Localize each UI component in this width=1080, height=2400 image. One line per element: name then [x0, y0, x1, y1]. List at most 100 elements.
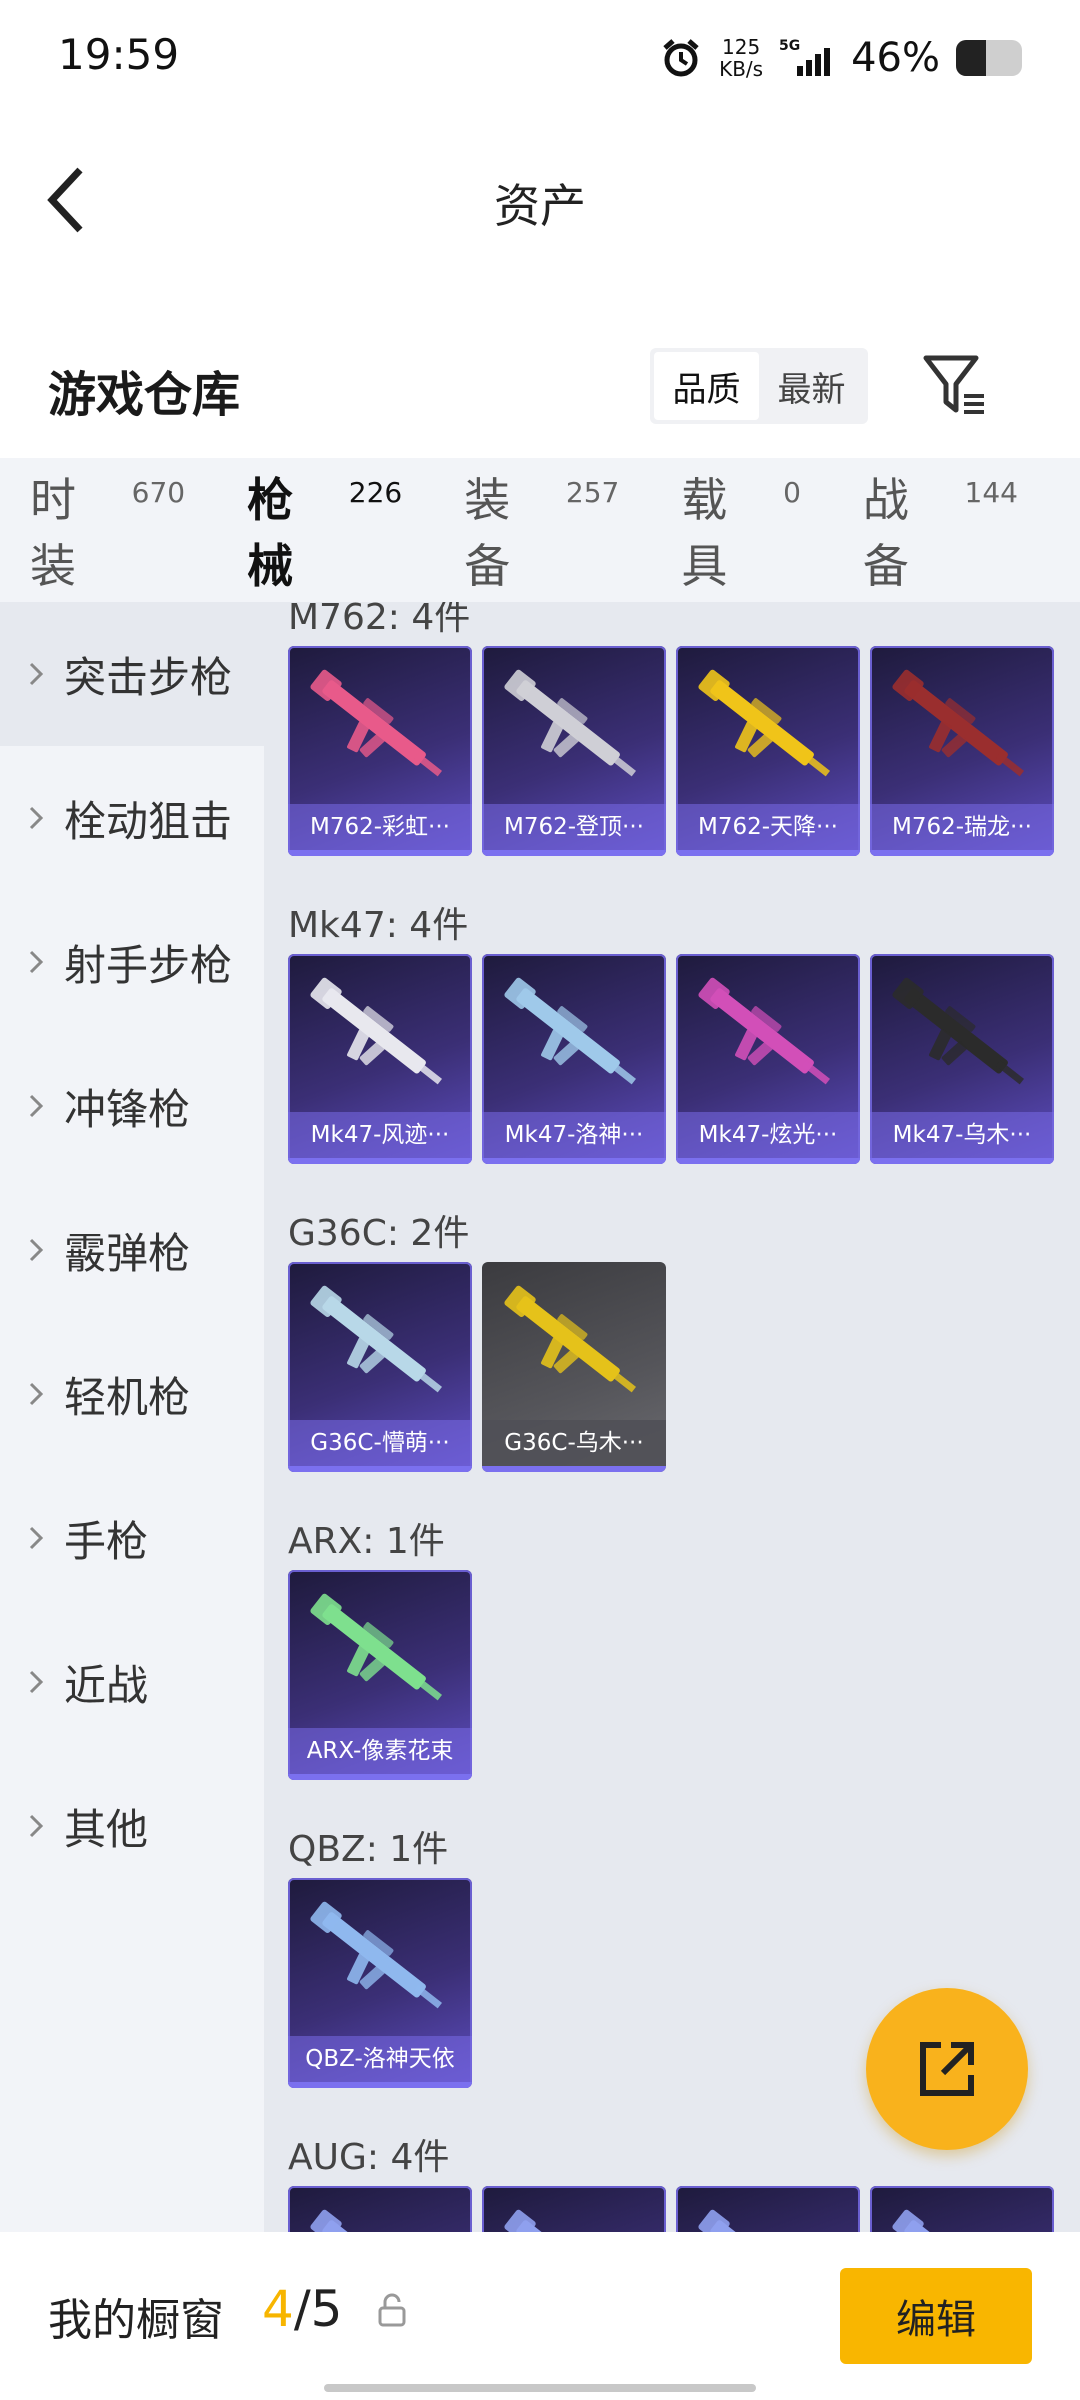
weapon-card[interactable]: M762-登顶··· — [482, 646, 666, 856]
share-external-icon — [920, 2042, 974, 2096]
tab-label: 装备 — [464, 473, 511, 593]
tab-label: 时装 — [30, 473, 76, 593]
weapon-name: ARX-像素花束 — [288, 1728, 472, 1774]
weapon-name: Mk47-风迹··· — [288, 1112, 472, 1158]
rarity-bar — [676, 1158, 860, 1164]
weapon-name: G36C-懵萌··· — [288, 1420, 472, 1466]
chevron-right-icon — [29, 1814, 44, 1838]
chevron-right-icon — [29, 662, 44, 686]
tab-firearms[interactable]: 枪械 226 — [247, 464, 402, 626]
rarity-bar — [482, 1466, 666, 1472]
rarity-bar — [288, 2082, 472, 2088]
lock-icon — [378, 2293, 406, 2327]
showcase-bar: 我的橱窗 4/5 编辑 — [0, 2232, 1080, 2400]
sidebar-item[interactable]: 栓动狙击 — [0, 746, 264, 890]
sidebar-item[interactable]: 近战 — [0, 1610, 264, 1754]
weapon-skin-image — [310, 1901, 443, 2009]
rarity-bar — [482, 850, 666, 856]
weapon-group-title: Mk47: 4件 — [288, 905, 469, 946]
weapon-card[interactable]: Mk47-炫光··· — [676, 954, 860, 1164]
home-indicator[interactable] — [324, 2384, 756, 2392]
share-button[interactable] — [866, 1988, 1028, 2150]
sidebar-item[interactable]: 射手步枪 — [0, 890, 264, 1034]
sort-toggle: 品质 最新 — [650, 348, 868, 424]
tab-label: 战备 — [862, 473, 909, 593]
weapon-skin-image — [310, 1593, 443, 1701]
weapon-card[interactable]: M762-天降··· — [676, 646, 860, 856]
weapon-skin-image — [698, 669, 831, 777]
weapon-name: Mk47-乌木··· — [870, 1112, 1054, 1158]
weapon-card[interactable]: G36C-懵萌··· — [288, 1262, 472, 1472]
weapon-card[interactable]: M762-瑞龙··· — [870, 646, 1054, 856]
category-tabs: 时装 670 枪械 226 装备 257 载具 0 战备 144 — [0, 458, 1080, 626]
tab-count: 257 — [565, 476, 620, 509]
tab-vehicles[interactable]: 载具 0 — [681, 464, 801, 596]
tab-gear[interactable]: 战备 144 — [863, 464, 1018, 596]
showcase-count-total: 5 — [310, 2280, 343, 2338]
showcase-label: 我的橱窗 — [48, 2295, 224, 2346]
sidebar-item[interactable]: 其他 — [0, 1754, 264, 1898]
battery-icon — [956, 40, 1022, 76]
sidebar-item[interactable]: 手枪 — [0, 1466, 264, 1610]
signal-5g-icon: 5G — [779, 38, 831, 76]
sidebar-item-label: 栓动狙击 — [64, 796, 233, 846]
weapon-card[interactable]: Mk47-乌木··· — [870, 954, 1054, 1164]
chevron-right-icon — [29, 1382, 44, 1406]
showcase-count-current: 4 — [262, 2280, 294, 2338]
weapon-skin-image — [310, 669, 443, 777]
sidebar-item-label: 轻机枪 — [64, 1372, 191, 1422]
sidebar-item-label: 近战 — [64, 1660, 149, 1710]
warehouse-title: 游戏仓库 — [48, 367, 241, 423]
rarity-bar — [482, 1158, 666, 1164]
chevron-right-icon — [29, 1094, 44, 1118]
weapon-name: Mk47-炫光··· — [676, 1112, 860, 1158]
weapon-skin-image — [504, 2209, 620, 2232]
weapon-card[interactable]: QBZ-洛神天依 — [288, 1878, 472, 2088]
weapon-card[interactable]: G36C-乌木··· — [482, 1262, 666, 1472]
showcase-count: 4/5 — [262, 2280, 342, 2338]
sidebar-item-label: 霰弹枪 — [64, 1228, 191, 1278]
edit-button[interactable]: 编辑 — [840, 2268, 1032, 2364]
sidebar-item-label: 冲锋枪 — [64, 1084, 191, 1134]
weapon-group-title: AUG: 4件 — [288, 2137, 450, 2178]
status-bar: 19:59 125 KB/s 5G 46% — [0, 0, 1080, 110]
title-bar: 资产 — [0, 110, 1080, 280]
weapon-skin-image — [310, 977, 443, 1085]
weapon-card[interactable]: M762-彩虹··· — [288, 646, 472, 856]
weapon-card[interactable]: Mk47-风迹··· — [288, 954, 472, 1164]
rarity-bar — [288, 1774, 472, 1780]
weapon-name: QBZ-洛神天依 — [288, 2036, 472, 2082]
weapon-name: G36C-乌木··· — [482, 1420, 666, 1466]
weapon-type-sidebar: 突击步枪栓动狙击射手步枪冲锋枪霰弹枪轻机枪手枪近战其他 — [0, 602, 264, 2232]
weapon-grid: M762: 4件 M762-彩虹··· M762-登顶··· M762-天降··· M7… — [264, 602, 1080, 2232]
weapon-card[interactable]: ARX-像素花束 — [288, 1570, 472, 1780]
filter-icon[interactable] — [922, 352, 988, 418]
sidebar-item[interactable]: 冲锋枪 — [0, 1034, 264, 1178]
tab-count: 144 — [964, 476, 1018, 509]
weapon-skin-image — [504, 977, 637, 1085]
rarity-bar — [870, 850, 1054, 856]
tab-fashion[interactable]: 时装 670 — [30, 464, 185, 596]
weapon-skin-image — [892, 2209, 1008, 2232]
chevron-right-icon — [29, 806, 44, 830]
weapon-card[interactable] — [676, 2186, 860, 2232]
weapon-name: M762-天降··· — [676, 804, 860, 850]
sort-quality-button[interactable]: 品质 — [654, 352, 759, 420]
weapon-skin-image — [504, 1285, 637, 1393]
weapon-card[interactable]: Mk47-洛神··· — [482, 954, 666, 1164]
tab-count: 670 — [131, 476, 186, 509]
sidebar-item[interactable]: 轻机枪 — [0, 1322, 264, 1466]
weapon-group-title: QBZ: 1件 — [288, 1829, 449, 1870]
weapon-card[interactable] — [870, 2186, 1054, 2232]
weapon-card[interactable] — [288, 2186, 472, 2232]
sidebar-item[interactable]: 突击步枪 — [0, 602, 264, 746]
weapon-card[interactable] — [482, 2186, 666, 2232]
tab-count: 0 — [783, 476, 801, 509]
tab-equipment[interactable]: 装备 257 — [464, 464, 619, 596]
page-title: 资产 — [494, 179, 586, 233]
sort-latest-button[interactable]: 最新 — [759, 352, 864, 420]
weapon-skin-image — [504, 669, 637, 777]
sidebar-item[interactable]: 霰弹枪 — [0, 1178, 264, 1322]
chevron-right-icon — [29, 1238, 44, 1262]
chevron-right-icon — [29, 950, 44, 974]
